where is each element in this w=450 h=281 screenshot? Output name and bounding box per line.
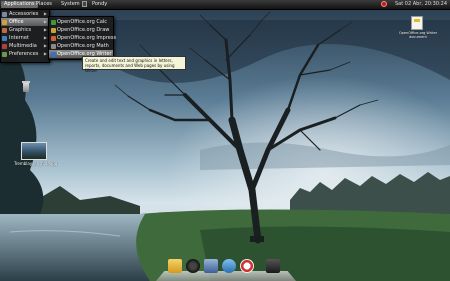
submenu-arrow-icon: ▶ [43,27,47,32]
submenu-arrow-icon: ▶ [43,51,47,56]
files-icon[interactable] [204,259,218,275]
desktop-photo-label: Tremblay_ah_hida.jpg [14,161,58,166]
graphics-icon [2,28,7,33]
menu-item-preferences[interactable]: Preferences ▶ [1,50,49,58]
submenu-arrow-icon: ▶ [43,35,47,40]
menu-item-multimedia[interactable]: Multimedia ▶ [1,42,49,50]
calc-icon [51,20,56,25]
office-submenu: OpenOffice.org Calc OpenOffice.org Draw … [48,16,117,60]
menu-item-label: Accessories [9,11,39,17]
player-icon[interactable] [222,259,236,275]
draw-icon [51,28,56,33]
system-menu-button[interactable]: System [58,1,83,8]
office-icon [2,20,7,25]
desktop-document-label: OpenOffice.org Writer document [398,31,438,39]
impress-icon [51,36,56,41]
desktop-photo-file[interactable]: Tremblay_ah_hida.jpg [14,142,58,170]
submenu-arrow-icon: ▶ [43,19,47,24]
notes-icon[interactable] [168,259,182,275]
menu-item-label: Internet [9,35,29,41]
trash-bin [23,83,29,92]
power-icon[interactable] [381,1,387,7]
menu-item-label: OpenOffice.org Math [57,43,109,49]
media-icon[interactable] [186,259,200,275]
menu-item-graphics[interactable]: Graphics ▶ [1,26,49,34]
menu-item-impress[interactable]: OpenOffice.org Impress [49,34,117,42]
panel-launcher[interactable] [82,1,88,8]
multimedia-icon [2,44,7,49]
menu-item-accessories[interactable]: Accessories ▶ [1,10,49,18]
menu-item-label: OpenOffice.org Calc [57,19,108,25]
writer-icon [51,52,56,57]
terminal-icon[interactable] [266,259,280,275]
menu-item-office[interactable]: Office ▶ [1,18,49,26]
menu-item-label: OpenOffice.org Impress [57,35,117,41]
tooltip-line: reports, documents and Web pages by usin… [85,63,175,73]
preferences-icon [2,52,7,57]
menu-item-label: Multimedia [9,43,37,49]
menu-item-label: Graphics [9,27,32,33]
terminal-launcher-icon[interactable] [82,1,87,7]
math-icon [51,44,56,49]
document-icon [411,16,423,30]
image-thumbnail-icon [21,142,47,160]
menu-item-draw[interactable]: OpenOffice.org Draw [49,26,113,34]
menu-item-internet[interactable]: Internet ▶ [1,34,49,42]
menu-item-label: Office [9,19,24,25]
submenu-arrow-icon: ▶ [43,11,47,16]
top-panel: Applications Places System Pondy Sat 02 … [0,0,450,10]
menu-item-label: Preferences [9,51,39,57]
user-label: Pondy [92,1,108,7]
internet-icon [2,36,7,41]
places-menu-button[interactable]: Places [33,1,55,8]
writer-tooltip: Create and edit text and graphics in let… [82,56,186,73]
applications-menu: Accessories ▶ Office ▶ Graphics ▶ Intern… [0,9,50,63]
trash-icon[interactable] [18,80,34,96]
browser-icon[interactable] [240,259,254,275]
submenu-arrow-icon: ▶ [43,43,47,48]
dock [156,257,296,281]
desktop-writer-document[interactable]: OpenOffice.org Writer document [396,15,440,45]
menu-item-label: OpenOffice.org Draw [57,27,110,33]
menu-item-calc[interactable]: OpenOffice.org Calc [49,18,113,26]
panel-clock[interactable]: Sat 02 Abr, 20:30:24 [395,1,447,8]
menu-item-math[interactable]: OpenOffice.org Math [49,42,113,50]
accessories-icon [2,12,7,17]
